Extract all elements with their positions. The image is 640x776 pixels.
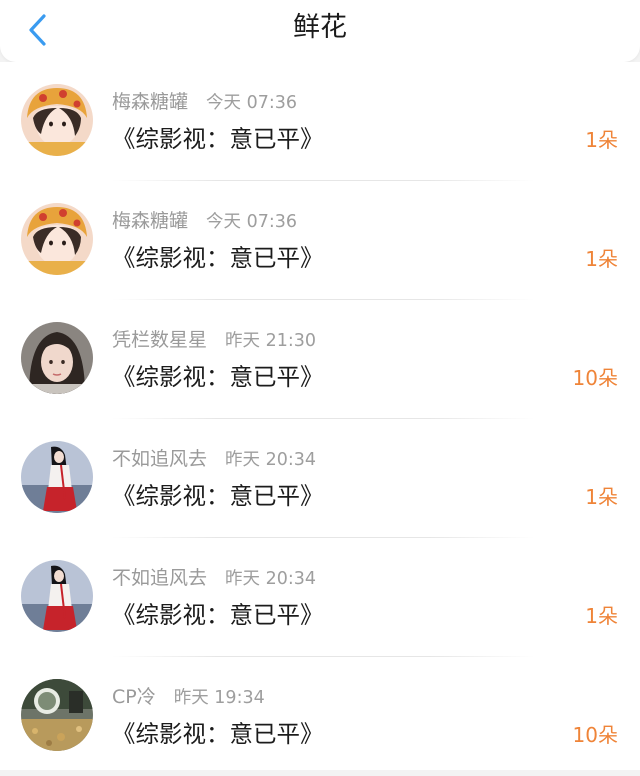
list-item[interactable]: 凭栏数星星 昨天 21:30 《综影视：意已平》 10朵 — [0, 300, 640, 419]
flower-count: 1朵 — [585, 247, 618, 271]
avatar[interactable] — [21, 84, 93, 156]
avatar-girl-portrait-icon — [21, 322, 93, 394]
list-item[interactable]: 不如追风去 昨天 20:34 《综影视：意已平》 1朵 — [0, 538, 640, 657]
timestamp: 昨天 21:30 — [225, 331, 317, 351]
avatar[interactable] — [21, 203, 93, 275]
work-title[interactable]: 《综影视：意已平》 — [112, 479, 324, 513]
flower-count: 1朵 — [585, 485, 618, 509]
username[interactable]: 梅森糖罐 — [112, 210, 188, 232]
avatar[interactable] — [21, 441, 93, 513]
timestamp: 昨天 19:34 — [173, 688, 265, 708]
timestamp: 昨天 20:34 — [225, 450, 317, 470]
avatar-hanfu-figure-icon — [21, 560, 93, 632]
page-title: 鲜花 — [293, 12, 347, 43]
avatar-hanfu-figure-icon — [21, 441, 93, 513]
item-meta: 凭栏数星星 昨天 21:30 — [112, 327, 316, 353]
flower-count: 1朵 — [585, 128, 618, 152]
avatar[interactable] — [21, 679, 93, 751]
timestamp: 今天 07:36 — [206, 212, 298, 232]
flower-count: 1朵 — [585, 604, 618, 628]
avatar[interactable] — [21, 560, 93, 632]
username[interactable]: 梅森糖罐 — [112, 91, 188, 113]
work-title[interactable]: 《综影视：意已平》 — [112, 360, 324, 394]
item-meta: 梅森糖罐 今天 07:36 — [112, 208, 297, 234]
item-meta: 不如追风去 昨天 20:34 — [112, 565, 316, 591]
username[interactable]: 凭栏数星星 — [112, 329, 207, 351]
avatar-garden-scene-icon — [21, 679, 93, 751]
avatar-girl-strawberry-hat-icon — [21, 203, 93, 275]
avatar[interactable] — [21, 322, 93, 394]
list-item[interactable]: 梅森糖罐 今天 07:36 《综影视：意已平》 1朵 — [0, 181, 640, 300]
item-meta: 不如追风去 昨天 20:34 — [112, 446, 316, 472]
flower-record-list: 梅森糖罐今天 07:36 《综影视：意已平》 1朵 梅森糖罐今天 07:36 — [0, 62, 640, 770]
timestamp: 今天 07:36 — [206, 93, 298, 113]
work-title[interactable]: 《综影视：意已平》 — [112, 598, 324, 632]
list-item[interactable]: CP冷 昨天 19:34 《综影视：意已平》 10朵 — [0, 657, 640, 776]
timestamp: 昨天 20:34 — [225, 569, 317, 589]
username[interactable]: 不如追风去 — [112, 567, 207, 589]
username[interactable]: CP冷 — [112, 686, 156, 708]
work-title[interactable]: 《综影视：意已平》 — [112, 122, 324, 156]
item-meta: 梅森糖罐 今天 07:36 — [112, 89, 297, 115]
flower-count: 10朵 — [572, 723, 618, 747]
list-item[interactable]: 梅森糖罐 今天 07:36 《综影视：意已平》 1朵 — [0, 62, 640, 181]
flower-count: 10朵 — [572, 366, 618, 390]
item-meta: CP冷 昨天 19:34 — [112, 684, 265, 710]
top-nav-bar: 鲜花 — [0, 0, 640, 62]
work-title[interactable]: 《综影视：意已平》 — [112, 241, 324, 275]
avatar-girl-strawberry-hat-icon — [21, 84, 93, 156]
list-item[interactable]: 不如追风去 昨天 20:34 《综影视：意已平》 1朵 — [0, 419, 640, 538]
work-title[interactable]: 《综影视：意已平》 — [112, 717, 324, 751]
username[interactable]: 不如追风去 — [112, 448, 207, 470]
